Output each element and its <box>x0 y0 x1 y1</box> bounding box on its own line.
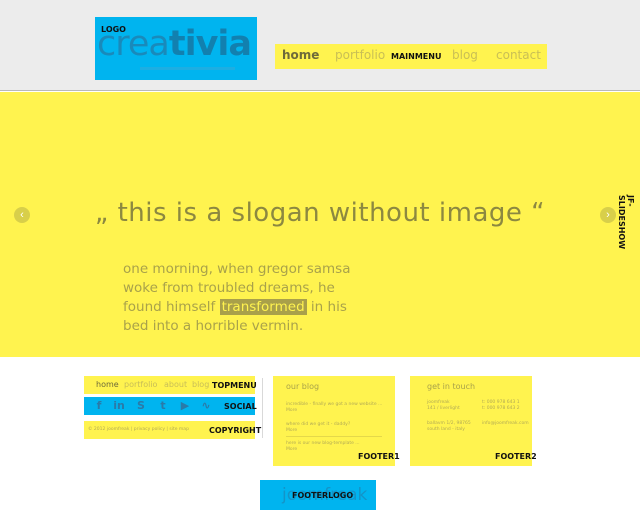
slideshow-position-label: JF-SLIDESHOW <box>617 195 635 250</box>
footer2-contact: get in touch joomfreak t: 000 978 643 1 … <box>410 376 537 466</box>
main-menu-item-blog[interactable]: blog <box>452 48 478 62</box>
more-link[interactable]: More <box>286 428 297 433</box>
top-menu: home portfolio about blog TOPMENU <box>84 376 257 394</box>
slide-slogan: „ this is a slogan without image “ <box>94 198 546 228</box>
blog-post-link[interactable]: here is our new blog-template ... <box>286 441 360 446</box>
more-link[interactable]: More <box>286 447 297 452</box>
chevron-right-icon[interactable]: › <box>600 207 616 223</box>
linkedin-icon[interactable]: in <box>112 399 126 413</box>
top-menu-item-about[interactable]: about <box>164 380 187 389</box>
footer-logo-position-label: FOOTERLOGO <box>292 491 354 500</box>
main-menu-position-label: MAINMENU <box>391 52 442 61</box>
rss-icon[interactable]: ∿ <box>199 399 213 413</box>
contact-line: ballavm 1/2, 98765 <box>427 421 471 426</box>
contact-line: joomfreak <box>427 400 450 405</box>
footer-logo[interactable]: joomfreak FOOTERLOGO <box>260 480 376 510</box>
divider <box>286 436 382 437</box>
social-bar: f in S t ▶ ∿ SOCIAL <box>84 397 257 415</box>
main-menu-item-home[interactable]: home <box>282 48 319 62</box>
top-menu-item-portfolio[interactable]: portfolio <box>124 380 157 389</box>
blog-post-link[interactable]: incredible - finally we got a new websit… <box>286 402 382 407</box>
copyright-bar: © 2012 joomfreak | privacy policy | site… <box>84 421 261 439</box>
footer1-title: our blog <box>286 382 320 391</box>
main-menu-item-portfolio[interactable]: portfolio <box>335 48 385 62</box>
logo-position-label: LOGO <box>101 25 126 34</box>
top-menu-position-label: TOPMENU <box>212 381 257 390</box>
twitter-icon[interactable]: t <box>156 399 170 413</box>
social-position-label: SOCIAL <box>224 402 257 411</box>
main-menu-item-contact[interactable]: contact <box>496 48 541 62</box>
divider <box>262 378 263 438</box>
copyright-position-label: COPYRIGHT <box>209 426 262 435</box>
top-menu-item-home[interactable]: home <box>96 380 119 389</box>
more-link[interactable]: More <box>286 408 297 413</box>
contact-line: t: 000 978 643 1 <box>482 400 520 405</box>
email-link[interactable]: info@joomfreak.com <box>482 421 529 426</box>
footer1-blog: our blog incredible - finally we got a n… <box>273 376 400 466</box>
footer2-position-label: FOOTER2 <box>495 452 537 461</box>
footer1-position-label: FOOTER1 <box>358 452 400 461</box>
contact-line: 141 / liverlight <box>427 406 460 411</box>
skype-icon[interactable]: S <box>134 399 148 413</box>
footer2-title: get in touch <box>427 382 476 391</box>
slideshow: ‹ „ this is a slogan without image “ one… <box>0 92 640 357</box>
facebook-icon[interactable]: f <box>92 399 106 413</box>
contact-line: south land - italy <box>427 427 465 432</box>
main-menu: home portfolio blog contact MAINMENU <box>275 44 547 69</box>
slide-text: one morning, when gregor samsa woke from… <box>123 261 351 334</box>
copyright-text: © 2012 joomfreak | privacy policy | site… <box>88 427 189 432</box>
header: creativia LOGO home portfolio blog conta… <box>0 0 640 91</box>
top-menu-item-blog[interactable]: blog <box>192 380 209 389</box>
contact-line: t: 000 978 643 2 <box>482 406 520 411</box>
youtube-icon[interactable]: ▶ <box>178 399 192 413</box>
blog-post-link[interactable]: where did we get it - daddy? <box>286 422 350 427</box>
logo-tagline-bar <box>140 67 235 70</box>
page: creativia LOGO home portfolio blog conta… <box>0 0 640 532</box>
slide-text-highlight: transformed <box>219 299 307 315</box>
